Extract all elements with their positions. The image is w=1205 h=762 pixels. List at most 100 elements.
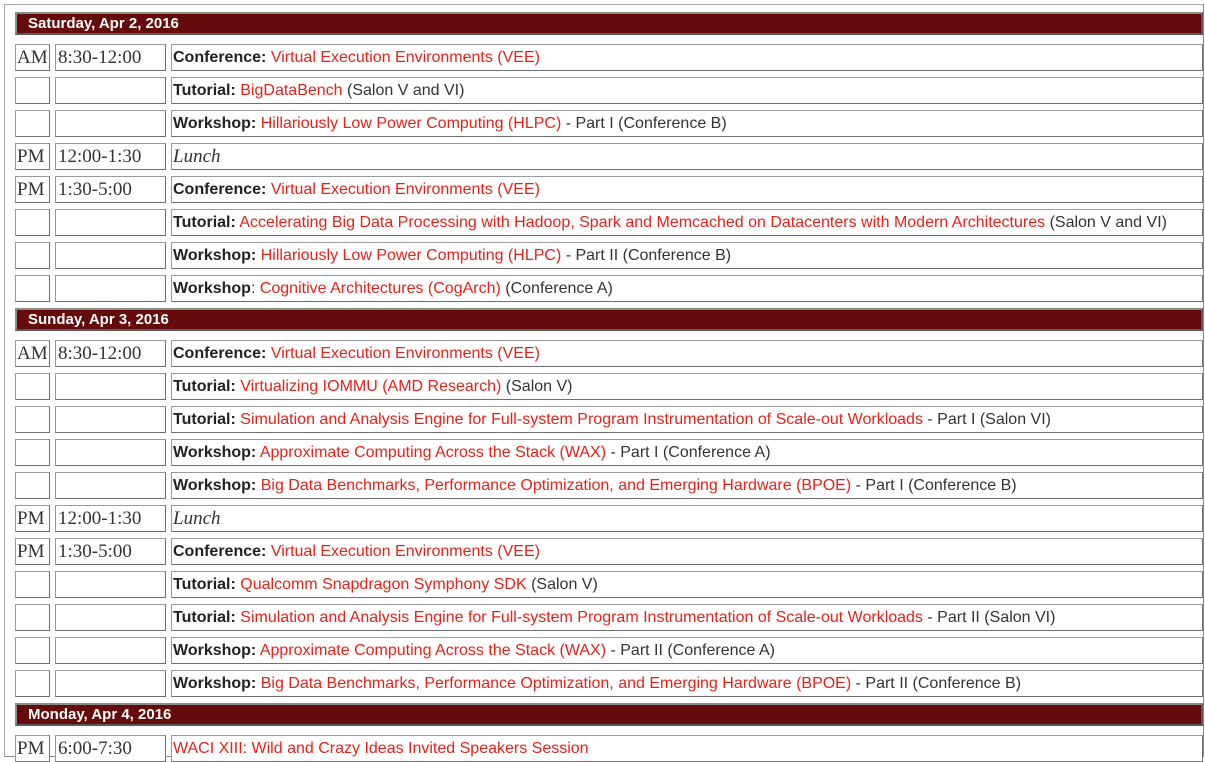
ampm-cell: PM <box>15 538 50 565</box>
time-cell: 8:30-12:00 <box>55 340 166 367</box>
time-cell <box>55 439 166 466</box>
event-cell: Workshop: Hillariously Low Power Computi… <box>171 242 1203 269</box>
event-cell: Workshop: Approximate Computing Across t… <box>171 637 1203 664</box>
schedule-row: Workshop: Big Data Benchmarks, Performan… <box>15 670 1203 697</box>
event-link[interactable]: Hillariously Low Power Computing (HLPC) <box>261 247 562 264</box>
event-cell: Workshop: Big Data Benchmarks, Performan… <box>171 472 1203 499</box>
time-cell: 8:30-12:00 <box>55 44 166 71</box>
ampm-cell: AM <box>15 44 50 71</box>
event-cell: Tutorial: Virtualizing IOMMU (AMD Resear… <box>171 373 1203 400</box>
ampm-cell <box>15 209 50 236</box>
time-cell <box>55 242 166 269</box>
event-kind: Workshop: <box>173 477 257 494</box>
event-kind: Tutorial: <box>173 82 236 99</box>
event-kind: Workshop: <box>173 642 257 659</box>
event-link[interactable]: Accelerating Big Data Processing with Ha… <box>239 214 1045 231</box>
schedule-table: Saturday, Apr 2, 2016 AM 8:30-12:00 Confere… <box>4 4 1204 762</box>
schedule-row: Tutorial: Qualcomm Snapdragon Symphony S… <box>15 571 1203 598</box>
event-link[interactable]: Virtualizing IOMMU (AMD Research) <box>240 378 501 395</box>
event-cell: Workshop: Hillariously Low Power Computi… <box>171 110 1203 137</box>
event-cell: Conference: Virtual Execution Environmen… <box>171 340 1203 367</box>
event-kind: Workshop: <box>173 247 257 264</box>
schedule-row: AM 8:30-12:00 Conference: Virtual Executio… <box>15 340 1203 367</box>
time-cell <box>55 209 166 236</box>
ampm-cell <box>15 604 50 631</box>
schedule-row: Workshop: Approximate Computing Across t… <box>15 637 1203 664</box>
event-location: - Part I (Conference A) <box>606 444 771 461</box>
event-link[interactable]: Virtual Execution Environments (VEE) <box>271 49 540 66</box>
event-kind: Conference: <box>173 181 267 198</box>
time-cell: 12:00-1:30 <box>55 505 166 532</box>
event-kind: Workshop <box>173 280 251 297</box>
event-kind: Conference: <box>173 543 267 560</box>
day-header: Saturday, Apr 2, 2016 <box>15 12 1203 35</box>
event-link[interactable]: Cognitive Architectures (CogArch) <box>260 280 501 297</box>
event-cell: Tutorial: Qualcomm Snapdragon Symphony S… <box>171 571 1203 598</box>
ampm-cell <box>15 242 50 269</box>
schedule-row: PM 1:30-5:00 Conference: Virtual Execution… <box>15 538 1203 565</box>
event-link[interactable]: Qualcomm Snapdragon Symphony SDK <box>240 576 526 593</box>
event-kind: Tutorial: <box>173 609 236 626</box>
lunch-label: Lunch <box>173 508 221 529</box>
event-kind: Tutorial: <box>173 576 236 593</box>
schedule-row: Workshop: Hillariously Low Power Computi… <box>15 242 1203 269</box>
event-cell: Workshop: Approximate Computing Across t… <box>171 439 1203 466</box>
event-location: (Salon V) <box>526 576 598 593</box>
event-location: (Salon V and VI) <box>342 82 465 99</box>
ampm-cell: PM <box>15 735 50 762</box>
event-link[interactable]: Simulation and Analysis Engine for Full-… <box>240 411 923 428</box>
time-cell: 1:30-5:00 <box>55 538 166 565</box>
schedule-row: Tutorial: BigDataBench (Salon V and VI) <box>15 77 1203 104</box>
event-link[interactable]: Big Data Benchmarks, Performance Optimiz… <box>261 675 851 692</box>
event-location: - Part I (Salon VI) <box>922 411 1051 428</box>
event-link[interactable]: Hillariously Low Power Computing (HLPC) <box>261 115 562 132</box>
ampm-cell <box>15 406 50 433</box>
schedule-row: PM 12:00-1:30 Lunch <box>15 505 1203 532</box>
event-link[interactable]: Virtual Execution Environments (VEE) <box>271 345 540 362</box>
event-location: (Salon V) <box>501 378 573 395</box>
event-link[interactable]: Simulation and Analysis Engine for Full-… <box>240 609 923 626</box>
event-link[interactable]: Big Data Benchmarks, Performance Optimiz… <box>261 477 851 494</box>
time-cell <box>55 275 166 302</box>
event-link[interactable]: Approximate Computing Across the Stack (… <box>260 444 606 461</box>
schedule-row: Workshop: Cognitive Architectures (CogAr… <box>15 275 1203 302</box>
ampm-cell: PM <box>15 505 50 532</box>
time-cell: 1:30-5:00 <box>55 176 166 203</box>
event-kind: Conference: <box>173 49 267 66</box>
event-link[interactable]: Virtual Execution Environments (VEE) <box>271 181 540 198</box>
event-link[interactable]: Virtual Execution Environments (VEE) <box>271 543 540 560</box>
ampm-cell: PM <box>15 143 50 170</box>
ampm-cell <box>15 373 50 400</box>
event-location: - Part II (Conference A) <box>606 642 775 659</box>
schedule-row: Tutorial: Accelerating Big Data Processi… <box>15 209 1203 236</box>
event-link[interactable]: Approximate Computing Across the Stack (… <box>260 642 606 659</box>
ampm-cell: PM <box>15 176 50 203</box>
event-cell: WACI XIII: Wild and Crazy Ideas Invited … <box>171 735 1203 762</box>
time-cell <box>55 472 166 499</box>
event-location: - Part II (Salon VI) <box>922 609 1056 626</box>
time-cell <box>55 604 166 631</box>
time-cell: 12:00-1:30 <box>55 143 166 170</box>
ampm-cell <box>15 110 50 137</box>
event-location: - Part I (Conference B) <box>851 477 1017 494</box>
event-kind: Tutorial: <box>173 378 236 395</box>
event-cell: Tutorial: Accelerating Big Data Processi… <box>171 209 1203 236</box>
ampm-cell <box>15 439 50 466</box>
event-link[interactable]: BigDataBench <box>240 82 342 99</box>
time-cell <box>55 670 166 697</box>
schedule-row: Workshop: Big Data Benchmarks, Performan… <box>15 472 1203 499</box>
ampm-cell <box>15 670 50 697</box>
ampm-cell <box>15 637 50 664</box>
time-cell <box>55 110 166 137</box>
schedule-row: Tutorial: Simulation and Analysis Engine… <box>15 406 1203 433</box>
ampm-cell: AM <box>15 340 50 367</box>
ampm-cell <box>15 571 50 598</box>
schedule-row: Tutorial: Virtualizing IOMMU (AMD Resear… <box>15 373 1203 400</box>
day-header: Monday, Apr 4, 2016 <box>15 703 1203 726</box>
lunch-label: Lunch <box>173 146 221 167</box>
event-cell: Workshop: Cognitive Architectures (CogAr… <box>171 275 1203 302</box>
event-cell: Conference: Virtual Execution Environmen… <box>171 44 1203 71</box>
event-link[interactable]: WACI XIII: Wild and Crazy Ideas Invited … <box>173 740 589 757</box>
schedule-row: PM 1:30-5:00 Conference: Virtual Execution… <box>15 176 1203 203</box>
event-kind: Conference: <box>173 345 267 362</box>
